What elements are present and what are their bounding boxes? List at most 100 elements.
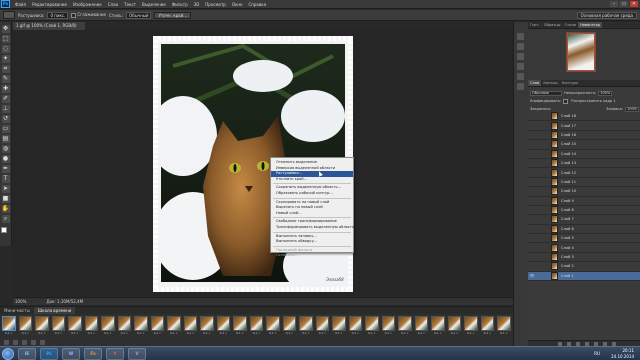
frame-delay[interactable]: 0,1 с bbox=[266, 331, 280, 336]
shape-tool-icon[interactable]: ■ bbox=[1, 195, 10, 203]
timeline-frame[interactable]: 0,1 с bbox=[51, 316, 66, 338]
timeline-frame[interactable]: 0,1 с bbox=[381, 316, 396, 338]
feather-input[interactable]: 0 пикс. bbox=[47, 11, 69, 19]
adjustment-layer-icon[interactable] bbox=[585, 341, 589, 346]
frame-delay[interactable]: 0,1 с bbox=[382, 331, 396, 336]
visibility-eye-icon[interactable] bbox=[528, 215, 536, 223]
layer-row[interactable]: Слой 4 bbox=[528, 243, 640, 253]
frame-delay[interactable]: 0,1 с bbox=[481, 331, 495, 336]
visibility-eye-icon[interactable] bbox=[528, 122, 536, 130]
timeline-frame[interactable]: 0,1 с bbox=[233, 316, 247, 338]
layer-row[interactable]: Слой 11 bbox=[528, 177, 640, 188]
eraser-icon[interactable]: ▭ bbox=[1, 125, 10, 133]
loop-options-icon[interactable] bbox=[4, 340, 9, 345]
first-frame-icon[interactable] bbox=[13, 340, 18, 345]
menu-select[interactable]: Выделение bbox=[139, 0, 169, 9]
menu-file[interactable]: Файл bbox=[12, 0, 29, 9]
layer-row[interactable]: Слой 14 bbox=[528, 149, 640, 159]
start-button[interactable] bbox=[2, 347, 14, 360]
visibility-eye-icon[interactable] bbox=[528, 234, 536, 242]
taskbar-app-firefox[interactable]: Fx bbox=[84, 347, 102, 360]
adjustments-panel-icon[interactable] bbox=[516, 73, 524, 80]
layer-row[interactable]: Слой 18 bbox=[528, 112, 640, 122]
context-menu-item[interactable]: Трансформировать выделенную область bbox=[271, 225, 354, 231]
frame-delay[interactable]: 0,1 с bbox=[415, 331, 429, 336]
layer-row[interactable]: 👁 Слой 1 bbox=[528, 271, 640, 282]
zoom-level[interactable]: 100% bbox=[15, 299, 26, 304]
antialias-checkbox[interactable]: Сглаживание bbox=[71, 12, 106, 18]
visibility-eye-icon[interactable] bbox=[528, 178, 536, 186]
context-menu-item[interactable]: Новый слой... bbox=[271, 211, 353, 217]
visibility-eye-icon[interactable] bbox=[528, 197, 536, 205]
gradient-icon[interactable]: ▤ bbox=[1, 135, 10, 143]
timeline-frame[interactable]: 0,1 с bbox=[216, 316, 230, 338]
timeline-frame[interactable]: 0,1 с bbox=[398, 316, 412, 338]
frame-delay[interactable]: 0,1 с bbox=[464, 331, 478, 336]
link-layers-icon[interactable] bbox=[558, 341, 562, 346]
visibility-eye-icon[interactable] bbox=[528, 187, 536, 195]
menu-image[interactable]: Изображение bbox=[70, 0, 105, 9]
taskbar-app-ie[interactable]: IE bbox=[18, 347, 36, 360]
frame-delay[interactable]: 0,1 с bbox=[349, 331, 363, 336]
frame-delay[interactable]: 0,1 с bbox=[283, 331, 297, 336]
visibility-eye-icon[interactable] bbox=[528, 206, 536, 214]
history-brush-icon[interactable]: ↺ bbox=[1, 115, 10, 123]
frame-delay[interactable]: 0,1 с bbox=[316, 331, 330, 336]
timeline-frame[interactable]: 0,1 с bbox=[464, 316, 478, 338]
layer-row[interactable]: Слой 16 bbox=[528, 130, 640, 141]
frame-delay[interactable]: 0,1 с bbox=[134, 331, 148, 336]
context-menu-item[interactable]: Выполнить обводку... bbox=[271, 239, 353, 245]
timeline-frame[interactable]: 0,1 с bbox=[35, 316, 49, 338]
timeline-frame[interactable]: 0,1 с bbox=[315, 316, 330, 338]
stamp-tool-icon[interactable]: ⊥ bbox=[1, 105, 10, 113]
navigator-preview[interactable] bbox=[566, 32, 596, 72]
layer-row[interactable]: Слой 6 bbox=[528, 224, 640, 235]
context-menu-item[interactable]: Образовать рабочий контур... bbox=[271, 191, 353, 197]
timeline-frame[interactable]: 0,1 с bbox=[84, 316, 98, 338]
timeline-frame[interactable]: 0,1 с bbox=[282, 316, 297, 338]
frame-delay[interactable]: 0,1 с bbox=[398, 331, 412, 336]
foreground-color[interactable] bbox=[0, 227, 7, 233]
timeline-frame[interactable]: 0,1 с bbox=[150, 316, 164, 338]
timeline-frame[interactable]: 0,1 с bbox=[447, 316, 462, 338]
menu-layers[interactable]: Слои bbox=[105, 0, 121, 9]
close-button[interactable]: ✕ bbox=[630, 1, 638, 7]
refine-edge-button[interactable]: Уточн. край... bbox=[154, 11, 192, 19]
timeline-frame[interactable]: 0,1 с bbox=[299, 316, 313, 338]
visibility-eye-icon[interactable] bbox=[528, 131, 536, 139]
timeline-frame[interactable]: 0,1 с bbox=[348, 316, 363, 338]
taskbar-app-photoshop[interactable]: Ps bbox=[40, 347, 58, 360]
path-select-icon[interactable]: ➤ bbox=[1, 185, 10, 193]
frame-delay[interactable]: 0,1 с bbox=[184, 331, 198, 336]
move-tool-icon[interactable]: ✥ bbox=[1, 25, 10, 33]
menu-help[interactable]: Справка bbox=[245, 0, 269, 9]
frame-delay[interactable]: 0,1 с bbox=[448, 331, 462, 336]
timeline-frame[interactable]: 0,1 с bbox=[332, 316, 346, 338]
layer-row[interactable]: Слой 7 bbox=[528, 215, 640, 225]
visibility-eye-icon[interactable] bbox=[528, 112, 536, 120]
menu-3d[interactable]: 3D bbox=[191, 0, 203, 9]
taskbar-app-word[interactable]: W bbox=[62, 347, 80, 360]
maximize-button[interactable]: ▭ bbox=[620, 1, 628, 7]
properties-panel-icon[interactable] bbox=[516, 63, 524, 70]
tab-mini-bridge[interactable]: Мини-мосты bbox=[0, 307, 34, 314]
opacity-input[interactable]: 100% bbox=[598, 90, 613, 96]
history-panel-icon[interactable] bbox=[516, 33, 524, 40]
frame-delay[interactable]: 0,1 с bbox=[365, 331, 379, 336]
next-frame-icon[interactable] bbox=[40, 340, 45, 345]
frame-delay[interactable]: 0,1 с bbox=[431, 331, 445, 336]
eyedropper-icon[interactable]: ✎ bbox=[1, 75, 10, 83]
hand-tool-icon[interactable]: ✋ bbox=[1, 205, 10, 213]
navigator-view-box[interactable] bbox=[567, 33, 595, 71]
tab-histogram[interactable]: Гист. bbox=[528, 22, 542, 28]
healing-brush-icon[interactable]: ✚ bbox=[1, 85, 10, 93]
timeline-frame[interactable]: 0,1 с bbox=[480, 316, 495, 338]
frame-delay[interactable]: 0,1 с bbox=[497, 331, 511, 336]
layer-row[interactable]: Слой 13 bbox=[528, 159, 640, 169]
menu-view[interactable]: Просмотр bbox=[202, 0, 229, 9]
brush-tool-icon[interactable]: ✐ bbox=[1, 95, 10, 103]
tab-paths[interactable]: Контуры bbox=[560, 80, 580, 86]
frame-delay[interactable]: 0,1 с bbox=[52, 331, 66, 336]
frame-delay[interactable]: 0,1 с bbox=[332, 331, 346, 336]
timeline-frame[interactable]: 0,1 с bbox=[365, 316, 379, 338]
